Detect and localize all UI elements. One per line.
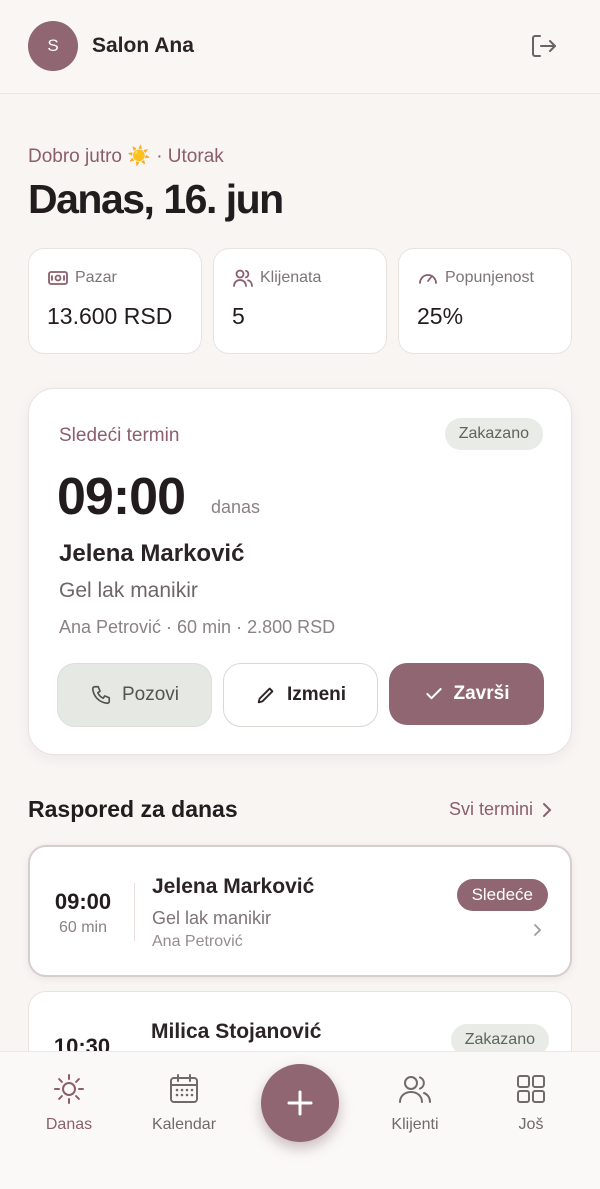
calendar-icon [170,1074,198,1103]
staff-name: Ana Petrović [152,933,243,950]
greeting: Dobro jutro ☀️ · Utorak [28,146,224,167]
stat-label: Popunjenost [445,269,534,286]
status-badge: Zakazano [444,418,543,450]
users-icon [232,267,254,289]
all-appointments-label: Svi termini [449,799,534,819]
salon-name: Salon Ana [92,34,194,57]
appointment-duration: 60 min [58,919,108,936]
edit-button[interactable]: Izmeni [223,663,378,727]
app-header: S Salon Ana [0,0,600,94]
clients-icon [399,1076,431,1103]
service-name: Gel lak manikir [59,579,198,602]
chevron-right-icon [530,923,544,937]
nav-item-clients[interactable]: Klijenti [360,1072,470,1134]
nav-label: Još [518,1116,544,1133]
nav-label: Kalendar [151,1116,217,1133]
card-label: Sledeći termin [59,425,180,446]
plus-icon [287,1090,313,1116]
bottom-nav: Danas Kalendar Klijenti Još [0,1051,600,1189]
schedule-item[interactable]: 09:00 60 min Jelena Marković Gel lak man… [28,845,572,977]
appointment-time: 09:00 [54,889,112,914]
edit-label: Izmeni [286,684,347,705]
cash-icon [47,267,69,289]
complete-button[interactable]: Završi [389,663,544,725]
nav-item-calendar[interactable]: Kalendar [129,1072,239,1134]
client-name: Milica Stojanović [151,1020,322,1043]
appointment-meta: Ana Petrović · 60 min · 2.800 RSD [59,617,336,637]
next-appointment-card[interactable]: Sledeći termin Zakazano 09:00 danas Jele… [28,388,572,755]
divider [134,883,135,941]
stat-card-clients: Klijenata 5 [213,248,387,354]
client-name: Jelena Marković [59,540,245,567]
stat-card-occupancy: Popunjenost 25% [398,248,572,354]
pencil-icon [257,687,274,704]
stat-card-revenue: Pazar 13.600 RSD [28,248,202,354]
appointment-time: 09:00 [57,468,186,526]
stat-value: 25% [417,303,464,329]
grid-icon [517,1075,545,1103]
all-appointments-link[interactable]: Svi termini [449,799,553,820]
phone-icon [91,685,111,705]
add-appointment-button[interactable] [261,1064,339,1142]
nav-item-today[interactable]: Danas [14,1072,124,1134]
schedule-title: Raspored za danas [28,796,238,822]
call-button[interactable]: Pozovi [57,663,212,727]
nav-label: Klijenti [391,1116,439,1133]
avatar[interactable]: S [28,21,78,71]
sun-icon [54,1074,84,1104]
gauge-icon [417,267,439,289]
chevron-right-icon [543,802,552,817]
nav-label: Danas [45,1116,93,1133]
complete-label: Završi [453,683,510,704]
logout-icon[interactable] [528,30,560,62]
stat-value: 5 [232,303,245,329]
stat-label: Pazar [75,269,117,286]
client-name: Jelena Marković [152,875,315,898]
appointment-day: danas [211,497,261,517]
call-label: Pozovi [121,684,180,705]
nav-item-more[interactable]: Još [476,1072,586,1134]
service-name: Gel lak manikir [152,908,272,928]
check-icon [425,688,442,700]
stat-value: 13.600 RSD [47,303,173,329]
next-badge: Sledeće [456,879,548,911]
page-title: Danas, 16. jun [28,176,284,222]
stat-label: Klijenata [260,269,322,286]
